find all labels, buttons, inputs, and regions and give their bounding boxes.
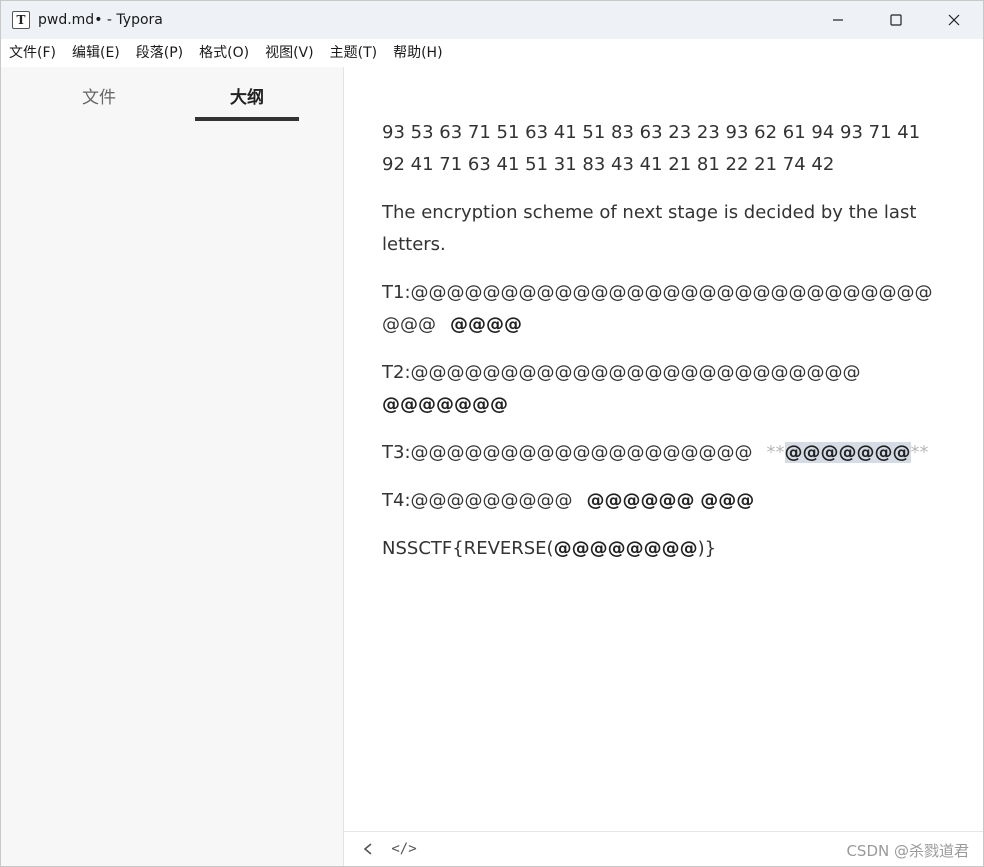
- scheme-paragraph[interactable]: The encryption scheme of next stage is d…: [382, 197, 942, 261]
- code-icon: </>: [391, 841, 417, 857]
- close-button[interactable]: [925, 1, 983, 39]
- t1-paragraph[interactable]: T1:@@@@@@@@@@@@@@@@@@@@@@@@@@@@@@@@ @@@@: [382, 277, 942, 341]
- sidebar: 文件 大纲: [1, 67, 344, 866]
- numbers-paragraph[interactable]: 93 53 63 71 51 63 41 51 83 63 23 23 93 6…: [382, 117, 942, 181]
- t1-bold: @@@@: [450, 314, 522, 335]
- t3-marker-open: **: [766, 442, 785, 463]
- menu-view[interactable]: 视图(V): [257, 39, 322, 67]
- t4-plain: T4:@@@@@@@@@: [382, 490, 573, 511]
- t2-paragraph[interactable]: T2:@@@@@@@@@@@@@@@@@@@@@@@@@ @@@@@@@: [382, 357, 942, 421]
- editor-area[interactable]: 93 53 63 71 51 63 41 51 83 63 23 23 93 6…: [344, 67, 983, 831]
- close-icon: [948, 14, 960, 26]
- menu-file[interactable]: 文件(F): [1, 39, 64, 67]
- menu-paragraph[interactable]: 段落(P): [128, 39, 191, 67]
- t2-bold: @@@@@@@: [382, 394, 508, 415]
- active-tab-indicator: [195, 117, 299, 121]
- maximize-button[interactable]: [867, 1, 925, 39]
- sidebar-tabs: 文件 大纲: [1, 67, 343, 123]
- minimize-button[interactable]: [809, 1, 867, 39]
- flag-prefix: NSSCTF{REVERSE(: [382, 538, 554, 559]
- minimize-icon: [833, 19, 843, 21]
- tab-outline[interactable]: 大纲: [195, 67, 299, 123]
- t4-bold-a: @@@@@@: [586, 490, 695, 511]
- t3-plain: T3:@@@@@@@@@@@@@@@@@@@: [382, 442, 753, 463]
- toggle-sidebar-button[interactable]: [354, 835, 382, 863]
- t3-selected-text[interactable]: @@@@@@@: [784, 442, 911, 463]
- title-bar[interactable]: T pwd.md• - Typora: [1, 1, 983, 39]
- flag-suffix: )}: [697, 538, 717, 559]
- menu-theme[interactable]: 主题(T): [322, 39, 385, 67]
- scheme-text: The encryption scheme of next stage is d…: [382, 202, 917, 255]
- menu-help[interactable]: 帮助(H): [385, 39, 450, 67]
- menu-format[interactable]: 格式(O): [191, 39, 257, 67]
- maximize-icon: [890, 14, 902, 26]
- typora-window: T pwd.md• - Typora 文件(F) 编辑(E) 段落(P) 格式(…: [0, 0, 984, 867]
- t3-marker-close: **: [910, 442, 929, 463]
- window-controls: [809, 1, 983, 39]
- source-code-mode-button[interactable]: </>: [390, 835, 418, 863]
- t2-plain: T2:@@@@@@@@@@@@@@@@@@@@@@@@@: [382, 362, 861, 383]
- menu-edit[interactable]: 编辑(E): [64, 39, 128, 67]
- status-bar: </> CSDN @杀戮道君: [344, 831, 983, 866]
- flag-paragraph[interactable]: NSSCTF{REVERSE(@@@@@@@@)}: [382, 533, 942, 565]
- chevron-left-icon: [363, 843, 372, 855]
- flag-bold: @@@@@@@@: [553, 538, 698, 559]
- numbers-text: 93 53 63 71 51 63 41 51 83 63 23 23 93 6…: [382, 122, 921, 175]
- document-content[interactable]: 93 53 63 71 51 63 41 51 83 63 23 23 93 6…: [382, 117, 942, 581]
- t4-paragraph[interactable]: T4:@@@@@@@@@ @@@@@@ @@@: [382, 485, 942, 517]
- t4-bold-b: @@@: [700, 490, 755, 511]
- csdn-watermark: CSDN @杀戮道君: [846, 842, 969, 860]
- t3-paragraph[interactable]: T3:@@@@@@@@@@@@@@@@@@@ **@@@@@@@**: [382, 437, 942, 469]
- window-title: pwd.md• - Typora: [38, 12, 163, 28]
- menu-bar: 文件(F) 编辑(E) 段落(P) 格式(O) 视图(V) 主题(T) 帮助(H…: [1, 39, 983, 67]
- tab-files[interactable]: 文件: [49, 67, 149, 123]
- typora-app-icon: T: [12, 11, 30, 29]
